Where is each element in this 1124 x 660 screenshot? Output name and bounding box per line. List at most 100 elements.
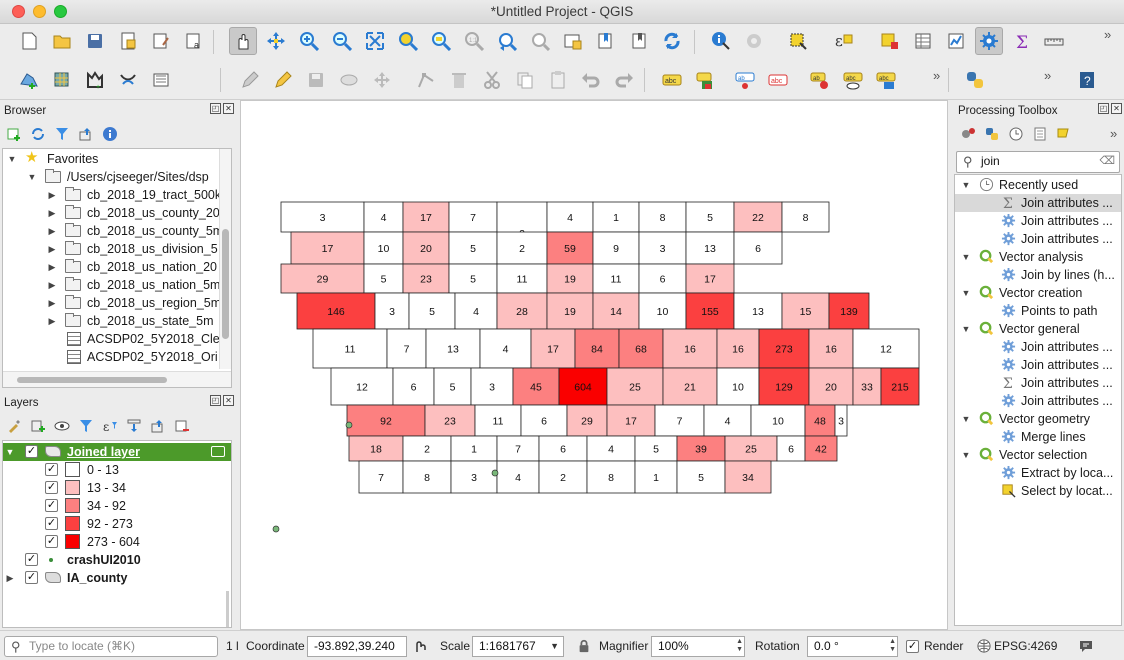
new-project-button[interactable] [15, 27, 43, 55]
layer-item[interactable]: ▼ ✓ Joined layer [3, 443, 231, 461]
processing-search-input[interactable]: join ⚲ ⌫ [956, 151, 1120, 173]
float-panel-button[interactable]: ◰ [210, 395, 221, 406]
layer-visibility-checkbox[interactable]: ✓ [25, 445, 38, 458]
new-bookmark-button[interactable] [592, 27, 620, 55]
help-button[interactable]: ? [1073, 66, 1101, 94]
edit-features-in-place-icon[interactable] [1056, 126, 1072, 142]
cut-button[interactable] [478, 66, 506, 94]
add-spatialite-button[interactable] [147, 66, 175, 94]
algorithm-item[interactable]: Join attributes ... [955, 392, 1121, 410]
chevron-down-icon[interactable]: ▼ [961, 446, 971, 464]
messages-icon[interactable] [1078, 638, 1094, 654]
chevron-right-icon[interactable]: ▶ [47, 276, 57, 294]
chevron-down-icon[interactable]: ▼ [27, 168, 37, 186]
browser-item[interactable]: ▶ cb_2018_us_state_5m [3, 312, 231, 330]
browser-item[interactable]: ▶ cb_2018_us_county_5m [3, 222, 231, 240]
algorithm-item[interactable]: Join attributes ... [955, 356, 1121, 374]
chevron-down-icon[interactable]: ▼ [961, 284, 971, 302]
remove-layer-icon[interactable] [174, 418, 190, 434]
field-calculator-button[interactable]: Σ [1008, 27, 1036, 55]
show-layout-manager-button[interactable]: a [180, 27, 208, 55]
save-edits-button[interactable] [302, 66, 330, 94]
scale-combobox[interactable]: 1:1681767 ▼ [472, 636, 564, 657]
layer-visibility-checkbox[interactable]: ✓ [25, 571, 38, 584]
move-label-button[interactable]: ab [806, 66, 834, 94]
save-project-button[interactable] [81, 27, 109, 55]
more-tools-chevron-icon[interactable]: » [1044, 68, 1051, 83]
redo-button[interactable] [610, 66, 638, 94]
algorithm-group[interactable]: ▼ Vector selection [955, 446, 1121, 464]
pan-map-button[interactable] [229, 27, 257, 55]
rotate-label-button[interactable]: abc [839, 66, 867, 94]
layer-item[interactable]: ✓ crashUI2010 [3, 551, 231, 569]
new-map-view-button[interactable] [559, 27, 587, 55]
algorithm-item[interactable]: Join by lines (h... [955, 266, 1121, 284]
copy-button[interactable] [511, 66, 539, 94]
open-project-button[interactable] [48, 27, 76, 55]
refresh-button[interactable] [658, 27, 686, 55]
models-icon[interactable] [960, 126, 976, 142]
class-visibility-checkbox[interactable]: ✓ [45, 535, 58, 548]
algorithm-item[interactable]: Σ Join attributes ... [955, 194, 1121, 212]
chevron-down-icon[interactable]: ▼ [961, 176, 971, 194]
chevron-right-icon[interactable]: ▶ [47, 186, 57, 204]
new-print-layout-button[interactable] [114, 27, 142, 55]
style-brush-icon[interactable] [6, 418, 22, 434]
horizontal-scrollbar[interactable] [3, 371, 231, 387]
chevron-down-icon[interactable]: ▼ [7, 150, 17, 168]
delete-button[interactable] [445, 66, 473, 94]
browser-item[interactable]: ▼/Users/cjseeger/Sites/dsp [3, 168, 231, 186]
browser-item[interactable]: ACSDP02_5Y2018_Ori [3, 348, 231, 366]
collapse-all-icon[interactable] [78, 126, 94, 142]
chevron-right-icon[interactable]: ▶ [47, 258, 57, 276]
legend-class-item[interactable]: ✓ 273 - 604 [3, 533, 231, 551]
measure-button[interactable] [1040, 27, 1068, 55]
algorithm-group[interactable]: ▼ Vector creation [955, 284, 1121, 302]
chevron-right-icon[interactable]: ▶ [47, 312, 57, 330]
statistics-button[interactable] [942, 27, 970, 55]
chevron-down-icon[interactable]: ▼ [961, 248, 971, 266]
vertical-scrollbar[interactable] [219, 149, 231, 369]
open-attribute-table-button[interactable] [909, 27, 937, 55]
zoom-to-selection-button[interactable] [394, 27, 422, 55]
visibility-eye-icon[interactable] [54, 418, 70, 434]
algorithm-group[interactable]: ▼ Vector geometry [955, 410, 1121, 428]
float-panel-button[interactable]: ◰ [1098, 103, 1109, 114]
label-tool-button[interactable]: abc [658, 66, 686, 94]
move-feature-button[interactable] [368, 66, 396, 94]
zoom-to-layer-button[interactable] [427, 27, 455, 55]
paste-button[interactable] [544, 66, 572, 94]
algorithm-item[interactable]: Join attributes ... [955, 338, 1121, 356]
run-action-button[interactable] [740, 27, 768, 55]
chevron-down-icon[interactable]: ▼ [961, 410, 971, 428]
label-abc-button[interactable]: abc [764, 66, 792, 94]
add-group-icon[interactable] [30, 418, 46, 434]
zoom-native-button[interactable]: 1:1 [460, 27, 488, 55]
browser-item[interactable]: ▶ cb_2018_us_nation_5m [3, 276, 231, 294]
crs-label[interactable]: EPSG:4269 [994, 639, 1057, 653]
legend-class-item[interactable]: ✓ 92 - 273 [3, 515, 231, 533]
add-virtual-layer-button[interactable] [114, 66, 142, 94]
add-selected-layers-icon[interactable] [6, 126, 22, 142]
pin-labels-button[interactable] [692, 66, 720, 94]
undo-button[interactable] [577, 66, 605, 94]
more-tools-chevron-icon[interactable]: » [1104, 27, 1111, 42]
class-visibility-checkbox[interactable]: ✓ [45, 481, 58, 494]
clear-search-icon[interactable]: ⌫ [1099, 152, 1115, 171]
highlight-labels-button[interactable]: ab [731, 66, 759, 94]
zoom-in-button[interactable] [295, 27, 323, 55]
crash-point[interactable] [491, 469, 499, 477]
zoom-last-button[interactable] [493, 27, 521, 55]
chevron-right-icon[interactable]: ▶ [5, 569, 15, 587]
close-panel-button[interactable]: ✕ [1111, 103, 1122, 114]
processing-toolbox-button[interactable] [975, 27, 1003, 55]
magnifier-spinbox[interactable]: 100% ▲ ▼ [651, 636, 745, 657]
python-console-button[interactable] [961, 66, 989, 94]
crs-globe-icon[interactable] [977, 639, 991, 653]
add-delimited-text-button[interactable]: + [81, 66, 109, 94]
zoom-out-button[interactable] [328, 27, 356, 55]
algorithm-item[interactable]: Points to path [955, 302, 1121, 320]
class-visibility-checkbox[interactable]: ✓ [45, 499, 58, 512]
layer-properties-icon[interactable] [211, 446, 225, 457]
collapse-all-icon[interactable] [150, 418, 166, 434]
